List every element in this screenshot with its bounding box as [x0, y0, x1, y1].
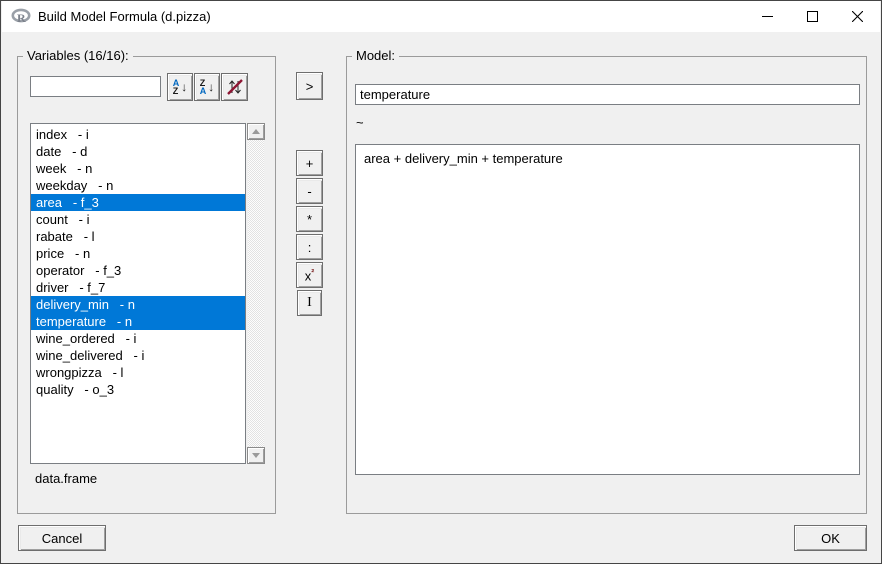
cancel-button[interactable]: Cancel	[18, 525, 106, 551]
list-item[interactable]: rabate - l	[31, 228, 245, 245]
list-item[interactable]: week - n	[31, 160, 245, 177]
list-item[interactable]: date - d	[31, 143, 245, 160]
ok-button[interactable]: OK	[794, 525, 867, 551]
sort-az-icon: A Z	[173, 79, 180, 95]
list-item[interactable]: delivery_min - n	[31, 296, 245, 313]
identity-operator-button[interactable]: I	[297, 290, 322, 316]
minimize-icon[interactable]	[745, 1, 790, 32]
variables-scrollbar[interactable]	[247, 123, 265, 464]
variables-groupbox: Variables (16/16): A Z ↓ Z A ↓	[17, 56, 276, 514]
scrollbar-trough[interactable]	[248, 140, 264, 447]
scroll-up-icon	[252, 129, 260, 134]
list-item[interactable]: price - n	[31, 245, 245, 262]
list-item[interactable]: index - i	[31, 126, 245, 143]
r-logo-icon: R	[11, 8, 31, 25]
maximize-icon[interactable]	[790, 1, 835, 32]
svg-text:R: R	[17, 11, 26, 25]
minus-operator-button[interactable]: -	[296, 178, 323, 204]
list-item[interactable]: operator - f_3	[31, 262, 245, 279]
square-operator-button[interactable]: x²	[296, 262, 323, 288]
list-item[interactable]: count - i	[31, 211, 245, 228]
sort-descending-button[interactable]: Z A ↓	[194, 73, 220, 101]
list-item[interactable]: quality - o_3	[31, 381, 245, 398]
list-item[interactable]: weekday - n	[31, 177, 245, 194]
variables-list[interactable]: index - idate - dweek - nweekday - narea…	[30, 123, 246, 464]
model-groupbox-title: Model:	[352, 48, 399, 63]
response-variable-input[interactable]	[355, 84, 860, 105]
list-item[interactable]: area - f_3	[31, 194, 245, 211]
times-operator-button[interactable]: *	[296, 206, 323, 232]
list-item[interactable]: wine_ordered - i	[31, 330, 245, 347]
colon-operator-button[interactable]: :	[296, 234, 323, 260]
model-groupbox: Model: ~ area + delivery_min + temperatu…	[346, 56, 867, 514]
sort-za-icon: Z A	[200, 79, 207, 95]
dataframe-class-label: data.frame	[35, 471, 97, 486]
titlebar: R Build Model Formula (d.pizza)	[2, 1, 880, 32]
list-item[interactable]: driver - f_7	[31, 279, 245, 296]
x-squared-icon: x²	[305, 267, 315, 283]
window-title: Build Model Formula (d.pizza)	[38, 9, 211, 24]
scroll-down-icon	[252, 453, 260, 458]
tilde-label: ~	[356, 115, 364, 130]
plus-operator-button[interactable]: +	[296, 150, 323, 176]
variable-filter-input[interactable]	[30, 76, 161, 97]
list-item[interactable]: temperature - n	[31, 313, 245, 330]
sort-ascending-button[interactable]: A Z ↓	[167, 73, 193, 101]
list-item[interactable]: wrongpizza - l	[31, 364, 245, 381]
build-model-formula-dialog: R Build Model Formula (d.pizza) Variable…	[0, 0, 882, 564]
list-item[interactable]: wine_delivered - i	[31, 347, 245, 364]
sort-original-order-button[interactable]	[221, 73, 248, 101]
close-icon[interactable]	[835, 1, 880, 32]
variables-groupbox-title: Variables (16/16):	[23, 48, 133, 63]
scroll-up-button[interactable]	[247, 123, 265, 140]
formula-textarea[interactable]: area + delivery_min + temperature	[355, 144, 860, 475]
caption-buttons	[745, 1, 880, 32]
transfer-variable-button[interactable]: >	[296, 72, 323, 100]
crossed-sort-icon	[226, 78, 244, 96]
scroll-down-button[interactable]	[247, 447, 265, 464]
